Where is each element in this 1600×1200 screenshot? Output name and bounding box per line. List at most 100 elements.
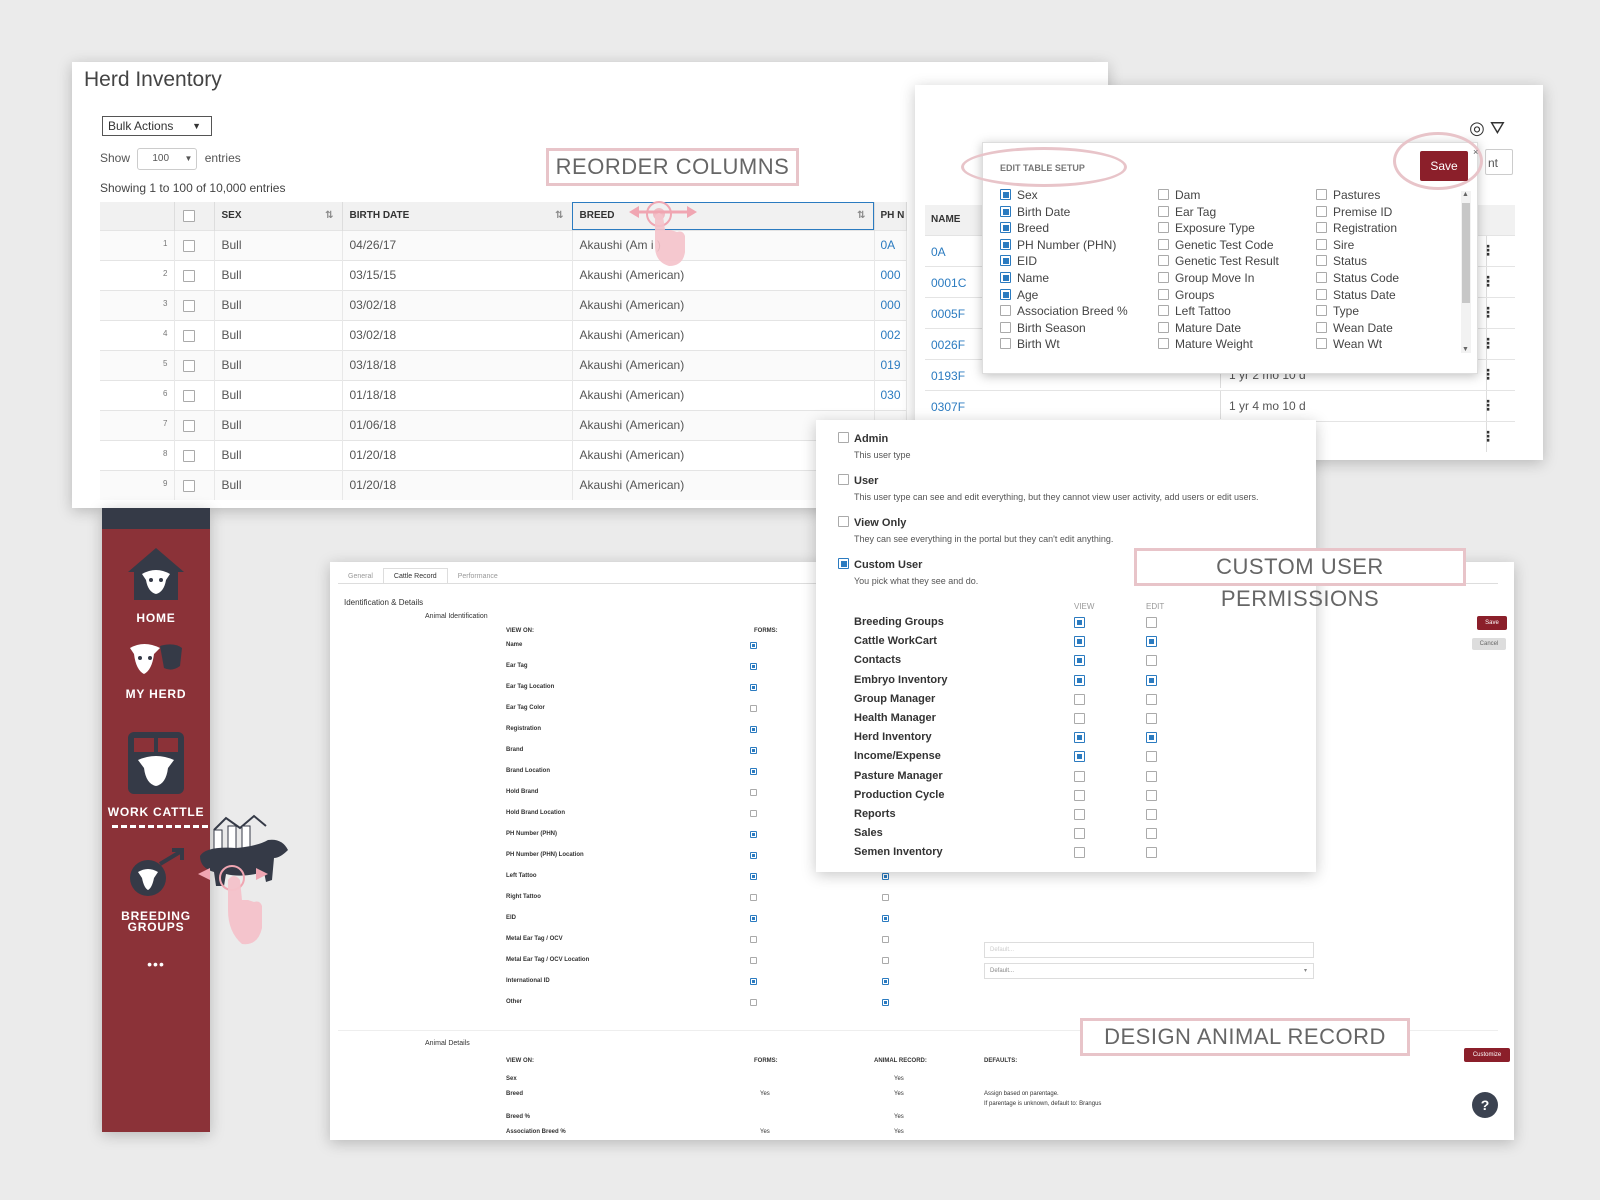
edit-permission-checkbox[interactable]	[1146, 713, 1157, 724]
user-type-option[interactable]: View Only	[838, 516, 906, 529]
sort-icon[interactable]: ⇅	[555, 210, 563, 221]
hide-columns-icon[interactable]: ◎	[1469, 118, 1485, 138]
edit-permission-checkbox[interactable]	[1146, 693, 1157, 705]
column-option[interactable]: Registration	[1316, 221, 1397, 235]
column-header-birth-date[interactable]: BIRTH DATE ⇅	[342, 202, 573, 230]
column-option[interactable]: Wean Date	[1316, 321, 1393, 335]
edit-permission-checkbox[interactable]	[1146, 828, 1157, 840]
row-checkbox[interactable]	[182, 449, 195, 462]
column-option-checkbox[interactable]	[1158, 305, 1169, 317]
column-option[interactable]: Association Breed %	[1000, 304, 1128, 318]
default-input[interactable]: Default...	[984, 942, 1314, 958]
record-cancel-button[interactable]: Cancel	[1472, 638, 1506, 650]
row-checkbox[interactable]	[182, 269, 195, 282]
column-option-checkbox[interactable]	[1316, 288, 1327, 300]
form-checkbox[interactable]	[750, 789, 757, 796]
column-option-checkbox[interactable]	[1000, 255, 1011, 267]
scroll-up-icon[interactable]: ▲	[1462, 191, 1469, 198]
column-option[interactable]: Sex	[1000, 188, 1038, 202]
form-checkbox[interactable]	[750, 747, 757, 754]
view-permission-checkbox[interactable]	[1074, 770, 1085, 782]
form-checkbox[interactable]	[750, 726, 757, 733]
scroll-down-icon[interactable]: ▼	[1462, 346, 1469, 353]
record-checkbox[interactable]	[882, 999, 889, 1006]
form-checkbox[interactable]	[750, 768, 757, 775]
user-type-option[interactable]: Custom User	[838, 558, 922, 571]
help-button[interactable]: ?	[1472, 1092, 1498, 1118]
form-checkbox[interactable]	[750, 915, 757, 922]
animal-id-link[interactable]: 0001C	[931, 276, 966, 290]
column-option[interactable]: Group Move In	[1158, 271, 1254, 285]
more-options-icon[interactable]: ⋮	[1481, 335, 1495, 352]
row-select-cell[interactable]	[174, 319, 215, 350]
phn-cell[interactable]: 019	[874, 349, 907, 380]
column-option-checkbox[interactable]	[1158, 288, 1169, 300]
user-type-option[interactable]: Admin	[838, 432, 888, 445]
row-checkbox[interactable]	[182, 299, 195, 312]
user-type-checkbox[interactable]	[838, 474, 849, 485]
column-option[interactable]: PH Number (PHN)	[1000, 238, 1116, 252]
column-option-checkbox[interactable]	[1158, 321, 1169, 333]
view-permission-checkbox[interactable]	[1074, 713, 1085, 724]
view-permission-checkbox[interactable]	[1074, 847, 1085, 859]
column-option[interactable]: Groups	[1158, 288, 1214, 302]
record-checkbox[interactable]	[882, 915, 889, 922]
edit-permission-checkbox[interactable]	[1146, 674, 1157, 686]
form-checkbox[interactable]	[750, 642, 757, 649]
column-option-checkbox[interactable]	[1158, 338, 1169, 350]
view-permission-checkbox[interactable]	[1074, 674, 1085, 686]
form-checkbox[interactable]	[750, 810, 757, 817]
column-option-checkbox[interactable]	[1316, 321, 1327, 333]
view-permission-checkbox[interactable]	[1074, 693, 1085, 705]
edit-permission-checkbox[interactable]	[1146, 655, 1157, 667]
tab-performance[interactable]: Performance	[448, 569, 508, 584]
column-option[interactable]: Mature Date	[1158, 321, 1241, 335]
more-options-icon[interactable]: ⋮	[1481, 397, 1495, 414]
column-option-checkbox[interactable]	[1316, 272, 1327, 283]
column-option-checkbox[interactable]	[1000, 338, 1011, 350]
column-option[interactable]: Pastures	[1316, 188, 1380, 202]
background-button[interactable]: nt	[1485, 149, 1513, 175]
row-checkbox[interactable]	[182, 419, 195, 432]
close-icon[interactable]: ×	[1473, 147, 1478, 157]
column-option-checkbox[interactable]	[1000, 205, 1011, 217]
row-checkbox[interactable]	[182, 329, 195, 342]
column-header-sex[interactable]: SEX ⇅	[214, 202, 343, 230]
column-option-checkbox[interactable]	[1000, 189, 1011, 200]
column-option[interactable]: Mature Weight	[1158, 337, 1253, 351]
animal-id-link[interactable]: 0026F	[931, 338, 965, 352]
column-option-checkbox[interactable]	[1316, 338, 1327, 350]
scrollbar-thumb[interactable]	[1462, 203, 1470, 303]
column-option[interactable]: Age	[1000, 288, 1038, 302]
row-checkbox[interactable]	[182, 239, 195, 252]
phn-cell[interactable]: 000	[874, 289, 907, 320]
row-checkbox[interactable]	[182, 389, 195, 402]
more-options-icon[interactable]: ⋮	[1481, 273, 1495, 290]
filter-icon[interactable]: ⛛	[1490, 118, 1505, 138]
user-type-checkbox[interactable]	[838, 432, 849, 443]
column-option[interactable]: Wean Wt	[1316, 337, 1382, 351]
column-option-checkbox[interactable]	[1000, 288, 1011, 300]
more-options-icon[interactable]: ⋮	[1481, 242, 1495, 259]
sort-icon[interactable]: ⇅	[325, 210, 333, 221]
save-button[interactable]: Save	[1420, 151, 1468, 181]
more-options-icon[interactable]: ⋮	[1481, 428, 1495, 445]
more-options-icon[interactable]: ⋮	[1481, 366, 1495, 383]
row-checkbox[interactable]	[182, 359, 195, 372]
record-checkbox[interactable]	[882, 957, 889, 964]
select-all-checkbox[interactable]	[182, 209, 195, 222]
column-option[interactable]: Ear Tag	[1158, 205, 1216, 219]
column-option[interactable]: Status Date	[1316, 288, 1396, 302]
form-checkbox[interactable]	[750, 999, 757, 1006]
phn-cell[interactable]: 0A	[874, 229, 907, 260]
column-option[interactable]: Genetic Test Code	[1158, 238, 1274, 252]
form-checkbox[interactable]	[750, 978, 757, 985]
column-option-checkbox[interactable]	[1158, 272, 1169, 283]
column-option[interactable]: Breed	[1000, 221, 1049, 235]
record-checkbox[interactable]	[882, 873, 889, 880]
row-select-cell[interactable]	[174, 349, 215, 380]
more-options-icon[interactable]: ⋮	[1481, 304, 1495, 321]
more-icon[interactable]: •••	[102, 956, 210, 972]
user-type-checkbox[interactable]	[838, 516, 849, 527]
tab-cattle-record[interactable]: Cattle Record	[382, 568, 448, 584]
